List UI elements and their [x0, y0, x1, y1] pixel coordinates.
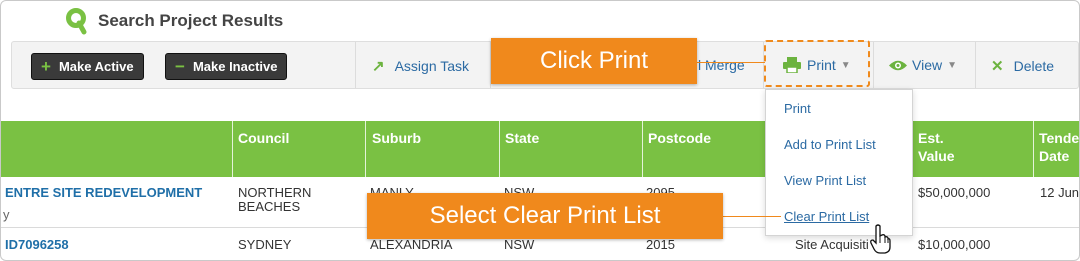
- suburb-cell: ALEXANDRIA: [370, 237, 453, 252]
- column-divider: [499, 121, 500, 177]
- council-line-2: BEACHES: [238, 199, 301, 214]
- toolbar-divider: [355, 42, 356, 88]
- date-label: Date: [1039, 148, 1070, 164]
- value-label: Value: [918, 148, 955, 164]
- column-header-est-value[interactable]: Est. Value: [918, 129, 955, 165]
- make-inactive-button[interactable]: − Make Inactive: [165, 53, 288, 80]
- column-divider: [232, 121, 233, 177]
- callout-click-print: Click Print: [491, 38, 697, 84]
- menu-item-print[interactable]: Print: [784, 101, 811, 116]
- postcode-cell: 2015: [646, 237, 675, 252]
- column-header-postcode[interactable]: Postcode: [648, 129, 711, 147]
- toolbar-divider: [975, 42, 976, 88]
- tender-label: Tende: [1039, 130, 1080, 146]
- minus-icon: −: [175, 57, 185, 76]
- arrow-up-right-icon: ↗: [372, 58, 385, 75]
- column-header-tender-date[interactable]: Tende Date: [1039, 129, 1079, 165]
- mail-merge-button[interactable]: l Merge: [698, 57, 745, 73]
- menu-item-add-to-print-list[interactable]: Add to Print List: [784, 137, 876, 152]
- est-label: Est.: [918, 130, 944, 146]
- column-header-suburb[interactable]: Suburb: [372, 129, 421, 147]
- search-q-icon: [66, 8, 87, 35]
- delete-button[interactable]: ✕ Delete: [991, 57, 1054, 75]
- callout-connector: [723, 216, 781, 217]
- chevron-down-icon: ▼: [947, 59, 957, 71]
- print-highlight-box: [764, 40, 870, 87]
- make-active-button[interactable]: + Make Active: [31, 53, 144, 80]
- hand-pointer-icon: [870, 224, 891, 254]
- column-header-state[interactable]: State: [505, 129, 539, 147]
- view-label: View: [912, 57, 943, 73]
- value-cell: $10,000,000: [918, 237, 991, 252]
- project-title-link[interactable]: ENTRE SITE REDEVELOPMENT: [5, 186, 202, 200]
- toolbar-divider: [873, 42, 874, 88]
- make-inactive-label: Make Inactive: [192, 59, 278, 74]
- assign-task-label: Assign Task: [394, 58, 470, 74]
- tender-date-cell: 12 Jun: [1040, 185, 1080, 200]
- print-dropdown-menu: Print Add to Print List View Print List …: [765, 89, 913, 236]
- column-divider: [365, 121, 366, 177]
- make-active-label: Make Active: [58, 59, 134, 74]
- column-header-council[interactable]: Council: [238, 129, 289, 147]
- project-subtitle: y: [3, 207, 10, 222]
- close-icon: ✕: [991, 58, 1004, 75]
- council-cell: SYDNEY: [238, 237, 292, 252]
- eye-icon: [889, 60, 907, 70]
- stage-cell: Site Acquisiti: [795, 237, 869, 252]
- value-cell: $50,000,000: [918, 185, 991, 200]
- plus-icon: +: [41, 57, 51, 76]
- column-divider: [1033, 121, 1034, 177]
- callout-connector: [697, 62, 765, 63]
- results-table-header: Council Suburb State Postcode Est. Value…: [1, 121, 1079, 177]
- page-header: Search Project Results: [65, 7, 283, 35]
- app-frame: Search Project Results + Make Active − M…: [0, 0, 1080, 261]
- menu-item-view-print-list[interactable]: View Print List: [784, 173, 866, 188]
- state-cell: NSW: [504, 237, 535, 252]
- delete-label: Delete: [1013, 58, 1055, 74]
- page-title: Search Project Results: [98, 11, 284, 30]
- column-divider: [642, 121, 643, 177]
- menu-item-clear-print-list[interactable]: Clear Print List: [784, 209, 869, 224]
- project-id-link[interactable]: ID7096258: [5, 238, 69, 252]
- council-line-1: NORTHERN: [238, 185, 312, 200]
- callout-select-clear-print-list: Select Clear Print List: [367, 193, 723, 239]
- mail-merge-label: l Merge: [698, 57, 745, 73]
- council-cell: NORTHERN BEACHES: [238, 186, 311, 214]
- assign-task-button[interactable]: ↗ Assign Task: [372, 57, 469, 75]
- view-button[interactable]: View ▼: [888, 57, 957, 73]
